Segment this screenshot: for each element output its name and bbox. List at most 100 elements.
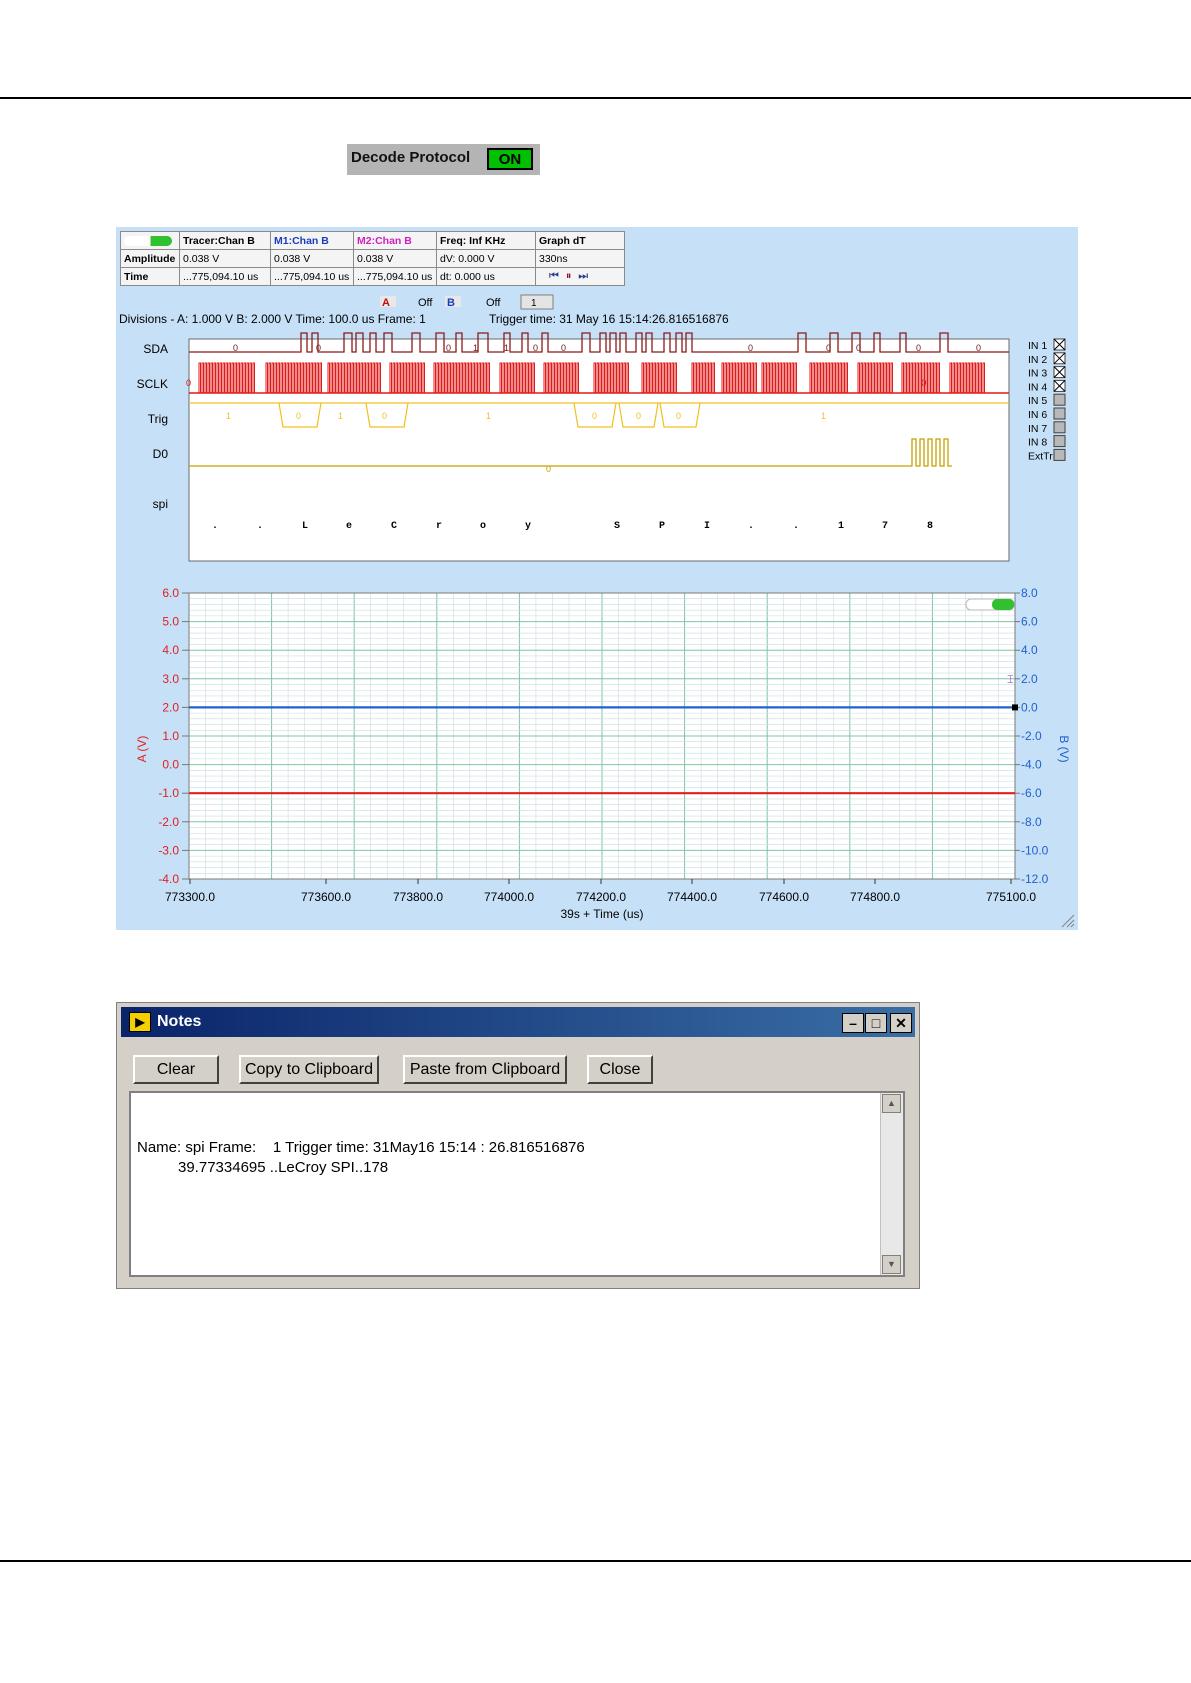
x-tick: 773300.0 [165,890,215,904]
y-tick-right: -4.0 [1021,758,1042,772]
channel-label-trig: Trig [148,412,168,426]
sda-value: 1 [473,343,478,353]
y-tick-left: 6.0 [162,586,179,600]
y-tick-left: -1.0 [158,786,179,800]
minimize-icon: – [849,1015,857,1031]
x-tick: 773600.0 [301,890,351,904]
input-checkbox[interactable] [1053,421,1066,434]
sda-value: 0 [916,343,921,353]
sclk-burst [265,362,323,394]
spi-char: L [302,521,308,532]
trigger-time-status: Trigger time: 31 May 16 15:14:26.8165168… [489,312,729,326]
x-tick: 774800.0 [850,890,900,904]
paste-from-clipboard-button[interactable]: Paste from Clipboard [403,1055,567,1084]
close-icon: ✕ [895,1015,907,1031]
spi-char: . [212,521,218,532]
x-tick: 774200.0 [576,890,626,904]
notes-scrollbar[interactable]: ▲ ▼ [880,1093,903,1275]
sda-value: 0 [826,343,831,353]
trig-value: 0 [382,411,387,421]
spi-char: o [480,521,486,532]
y-tick-right: 4.0 [1021,643,1038,657]
trig-value: 0 [636,411,641,421]
sclk-burst [433,362,491,394]
input-label: IN 5 [1028,395,1047,407]
y-tick-right: 8.0 [1021,586,1038,600]
x-axis-label: 39s + Time (us) [560,907,643,921]
resize-grip-icon[interactable] [1061,914,1075,928]
close-window-button[interactable]: ✕ [890,1013,912,1033]
y-tick-right: -10.0 [1021,843,1049,857]
frame-spinner[interactable] [520,294,554,310]
input-label: IN 8 [1028,437,1047,449]
scroll-up-icon[interactable]: ▲ [882,1094,901,1113]
input-label: IN 3 [1028,368,1047,380]
notes-window: ▶ Notes – □ ✕ Clear Copy to Clipboard Pa… [116,1002,920,1289]
x-tick: 774400.0 [667,890,717,904]
notes-text-area[interactable]: Name: spi Frame: 1 Trigger time: 31May16… [129,1091,905,1277]
spi-char: 7 [882,521,888,532]
minimize-button[interactable]: – [842,1013,864,1033]
cursor-controls: A Off B Off 1 [380,294,554,310]
y-tick-right: -8.0 [1021,815,1042,829]
cursor-marker: ⌶ [1007,674,1014,686]
maximize-icon: □ [871,1015,881,1031]
sclk-value: 0 [186,378,191,388]
input-label: IN 4 [1028,381,1047,393]
input-checkbox[interactable] [1053,435,1066,448]
y-tick-left: -4.0 [158,872,179,886]
spi-char: r [436,521,442,532]
trig-value: 1 [821,411,826,421]
spi-char: . [257,521,263,532]
spi-char: 1 [838,521,844,532]
footer-rule [0,1560,1191,1562]
trig-value: 0 [296,411,301,421]
scroll-down-icon[interactable]: ▼ [882,1255,901,1274]
sclk-burst [809,362,849,394]
sda-value: 0 [976,343,981,353]
spi-char: S [614,521,620,532]
x-tick: 773800.0 [393,890,443,904]
input-label: IN 7 [1028,423,1047,435]
y-tick-right: -6.0 [1021,786,1042,800]
y-tick-right: -2.0 [1021,729,1042,743]
sda-value: 0 [748,343,753,353]
notes-title-bar[interactable]: ▶ Notes – □ ✕ [121,1007,915,1037]
frame-spinner-value: 1 [531,298,537,309]
spi-char: I [704,521,710,532]
input-checkbox[interactable] [1053,393,1066,406]
y-axis-right-label: B (V) [1057,735,1071,762]
labview-icon: ▶ [129,1012,151,1032]
trig-value: 1 [226,411,231,421]
y-tick-right: 0.0 [1021,700,1038,714]
maximize-button[interactable]: □ [865,1013,887,1033]
trig-value: 1 [338,411,343,421]
sclk-burst [198,362,256,394]
spi-char: 8 [927,521,933,532]
sda-value: 0 [856,343,861,353]
input-label: IN 6 [1028,409,1047,421]
input-checkbox[interactable] [1053,407,1066,420]
input-checkbox[interactable] [1053,448,1066,461]
y-tick-left: 5.0 [162,615,179,629]
spi-char: C [391,521,397,532]
sda-value: 0 [561,343,566,353]
y-tick-left: 0.0 [162,758,179,772]
d0-value: 0 [546,464,551,474]
y-tick-right: -12.0 [1021,872,1049,886]
header-rule [0,97,1191,99]
close-button[interactable]: Close [587,1055,653,1084]
channel-label-sda: SDA [143,342,168,356]
copy-to-clipboard-button[interactable]: Copy to Clipboard [239,1055,379,1084]
sda-value: 0 [446,343,451,353]
channel-label-spi: spi [153,497,168,511]
y-tick-left: 1.0 [162,729,179,743]
divisions-status: Divisions - A: 1.000 V B: 2.000 V Time: … [119,312,426,326]
cursor-a-label: A [382,297,390,309]
clear-button[interactable]: Clear [133,1055,219,1084]
spi-char: y [525,521,531,532]
decode-protocol-toggle[interactable]: ON [487,148,533,170]
cursor-b-label: B [447,297,455,309]
y-tick-left: -3.0 [158,843,179,857]
cursor-b-state: Off [486,297,501,309]
